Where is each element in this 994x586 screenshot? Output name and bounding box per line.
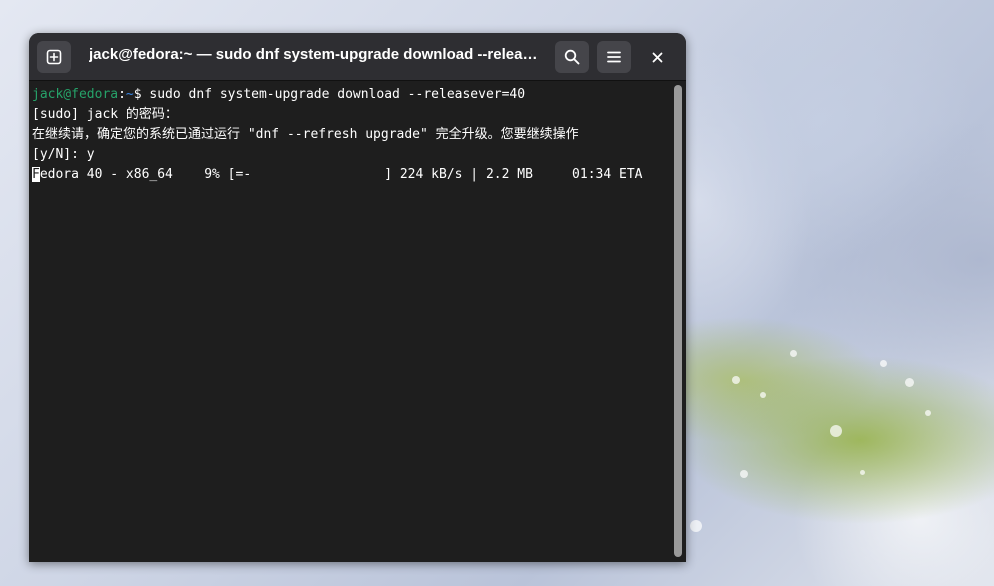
download-progress-text: edora 40 - x86_64 9% [=- ] 224 kB/s | 2.… bbox=[39, 167, 643, 182]
wallpaper-bubble bbox=[740, 470, 748, 478]
wallpaper-bubble bbox=[860, 470, 865, 475]
sudo-password-prompt: [sudo] jack 的密码： bbox=[32, 107, 178, 122]
main-menu-button[interactable] bbox=[597, 41, 631, 73]
wallpaper-bubble bbox=[925, 410, 931, 416]
yes-no-answer: [y/N]: y bbox=[32, 147, 95, 162]
new-tab-button[interactable] bbox=[37, 41, 71, 73]
confirm-message: 在继续请，确定您的系统已通过运行 "dnf --refresh upgrade"… bbox=[32, 127, 579, 142]
hamburger-menu-icon bbox=[607, 51, 621, 63]
window-title: jack@fedora:~ — sudo dnf system-upgrade … bbox=[89, 46, 539, 63]
headerbar: jack@fedora:~ — sudo dnf system-upgrade … bbox=[29, 33, 686, 81]
terminal-window: jack@fedora:~ — sudo dnf system-upgrade … bbox=[29, 33, 686, 562]
vertical-scrollbar[interactable] bbox=[674, 85, 682, 557]
wallpaper-bubble bbox=[790, 350, 797, 357]
text-cursor: F bbox=[32, 167, 40, 182]
prompt-path: ~ bbox=[125, 87, 134, 102]
wallpaper-bubble bbox=[830, 425, 842, 437]
prompt-symbol: $ bbox=[133, 87, 150, 102]
prompt-separator: : bbox=[118, 87, 126, 102]
wallpaper-bubble bbox=[732, 376, 740, 384]
search-icon bbox=[564, 49, 580, 65]
wallpaper-bubble bbox=[880, 360, 887, 367]
close-button[interactable] bbox=[646, 46, 668, 68]
plus-square-icon bbox=[46, 49, 62, 65]
download-progress-line: Fedora 40 - x86_64 9% [=- ] 224 kB/s | 2… bbox=[32, 165, 671, 185]
wallpaper-bubble bbox=[760, 392, 766, 398]
terminal-output[interactable]: jack@fedora:~$ sudo dnf system-upgrade d… bbox=[29, 81, 671, 562]
wallpaper-bubble bbox=[690, 520, 702, 532]
close-icon bbox=[652, 52, 662, 62]
command-line: jack@fedora:~$ sudo dnf system-upgrade d… bbox=[32, 85, 671, 105]
search-button[interactable] bbox=[555, 41, 589, 73]
prompt-user: jack@fedora bbox=[32, 87, 119, 102]
command-text: sudo dnf system-upgrade download --relea… bbox=[149, 87, 526, 102]
wallpaper-bubble bbox=[905, 378, 914, 387]
